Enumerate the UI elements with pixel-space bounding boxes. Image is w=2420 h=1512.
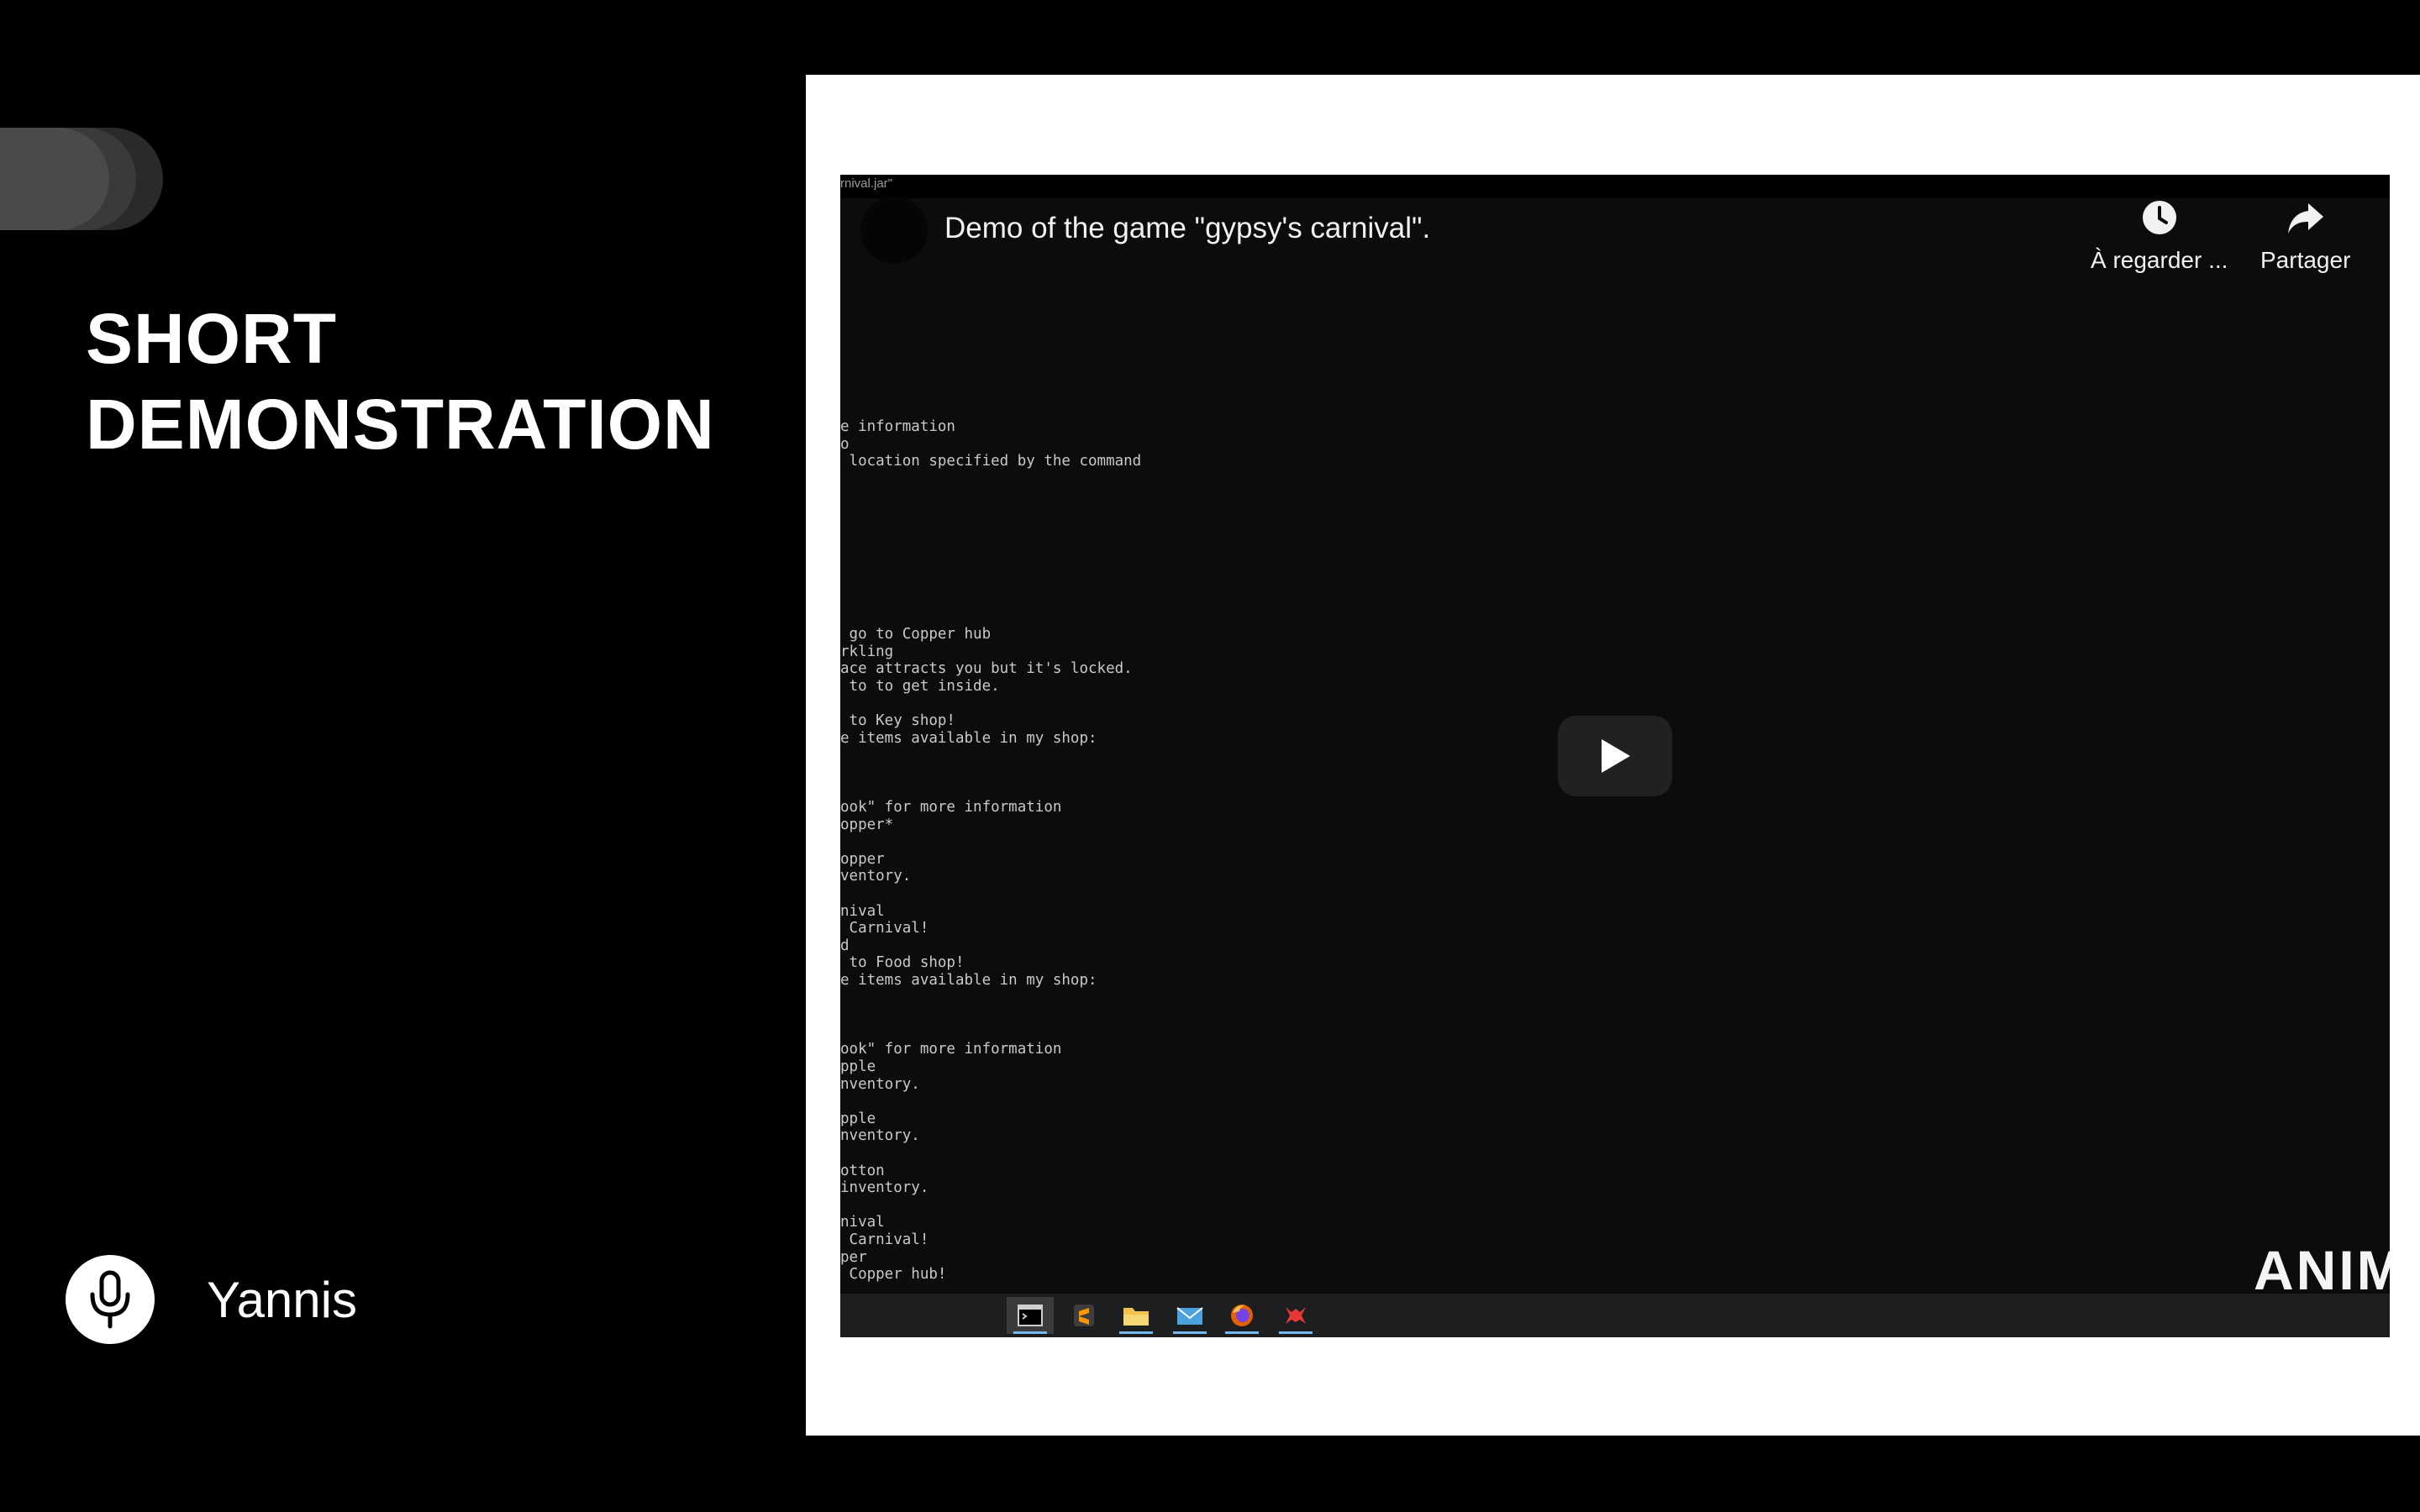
sublime-taskbar-item	[1060, 1297, 1107, 1334]
active-indicator	[1173, 1331, 1207, 1334]
play-icon	[1602, 739, 1630, 773]
clock-icon	[2142, 201, 2176, 234]
decorative-pills	[0, 128, 168, 230]
active-indicator	[1279, 1331, 1313, 1334]
active-indicator	[1225, 1331, 1259, 1334]
share-icon	[2287, 203, 2323, 234]
active-indicator	[1013, 1331, 1047, 1334]
window-title: rnival.jar"	[840, 176, 893, 191]
mail-taskbar-item	[1166, 1297, 1213, 1334]
presenter-name: Yannis	[207, 1271, 358, 1328]
slide-left-panel: SHORT DEMONSTRATION Yannis	[0, 0, 807, 1512]
video-title[interactable]: Demo of the game "gypsy's carnival".	[944, 212, 1430, 245]
terminal-icon	[1018, 1305, 1043, 1326]
share-button[interactable]: Partager	[2260, 198, 2350, 274]
terminal-taskbar-item	[1007, 1297, 1054, 1334]
watch-later-button[interactable]: À regarder ...	[2091, 198, 2228, 274]
watch-later-label: À regarder ...	[2091, 247, 2228, 273]
slide-title-line: DEMONSTRATION	[86, 385, 715, 464]
game-taskbar-item	[1272, 1297, 1319, 1334]
file-explorer-icon	[1123, 1308, 1149, 1326]
mail-icon	[1176, 1307, 1203, 1325]
active-indicator	[1119, 1331, 1153, 1334]
video-taskbar	[840, 1294, 2390, 1337]
channel-avatar[interactable]	[860, 197, 928, 264]
game-icon	[1286, 1307, 1306, 1324]
terminal-output: e information o location specified by th…	[840, 418, 1142, 1284]
sublime-text-icon	[1074, 1305, 1094, 1326]
play-button[interactable]	[1558, 716, 1672, 796]
embedded-video-player[interactable]: rnival.jar" Demo of the game "gypsy's ca…	[840, 175, 2390, 1337]
pill-shape	[0, 128, 109, 230]
firefox-taskbar-item	[1218, 1297, 1265, 1334]
share-label: Partager	[2260, 247, 2351, 273]
explorer-taskbar-item	[1113, 1297, 1160, 1334]
watermark-logo: ANIM	[2254, 1239, 2390, 1301]
presenter-tag: Yannis	[66, 1255, 357, 1344]
microphone-icon	[66, 1255, 155, 1344]
firefox-icon	[1231, 1305, 1253, 1326]
slide-title: SHORT DEMONSTRATION	[86, 296, 775, 467]
window-titlebar: rnival.jar"	[840, 175, 2390, 198]
slide-title-line: SHORT	[86, 299, 337, 378]
